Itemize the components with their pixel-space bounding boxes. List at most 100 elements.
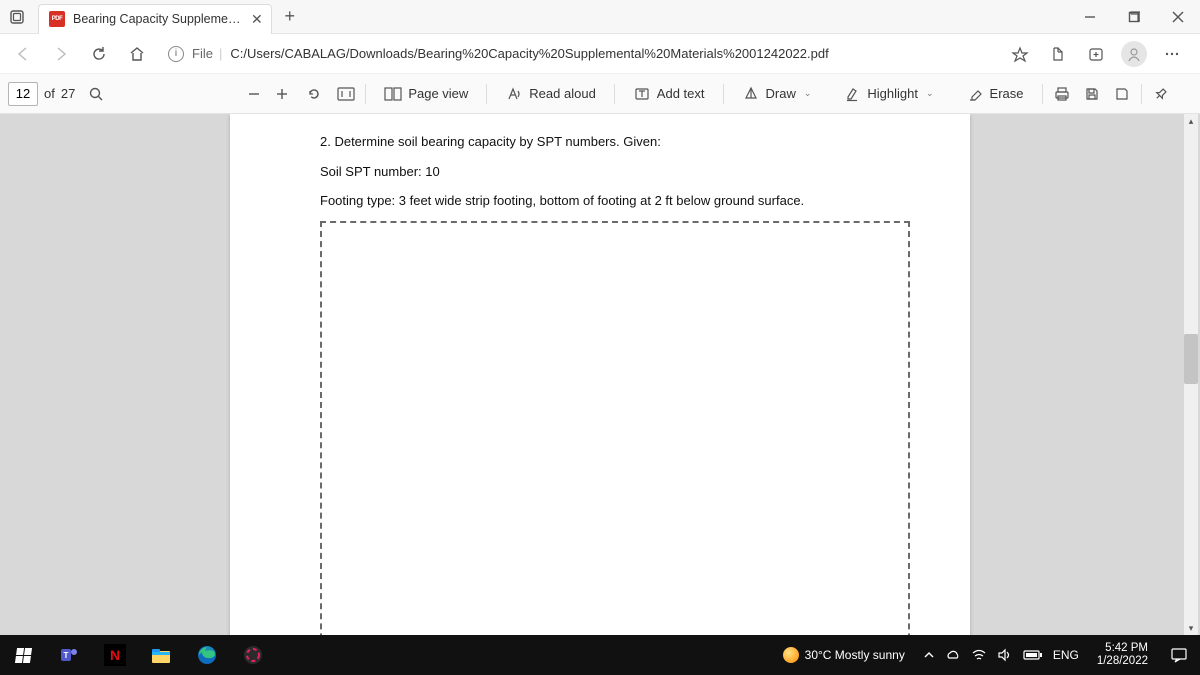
titlebar: Bearing Capacity Supplemental ✕ + [0,0,1200,34]
highlight-button[interactable]: Highlight ⌄ [835,81,941,107]
separator [723,84,724,104]
svg-text:T: T [64,651,69,660]
dashed-figure-placeholder [320,221,910,636]
taskbar-right: 30°C Mostly sunny ENG 5:42 PM 1/28/2022 [773,635,1200,675]
separator [1042,84,1043,104]
rotate-button[interactable] [305,85,323,103]
clock-date: 1/28/2022 [1097,655,1148,668]
wifi-icon[interactable] [971,648,987,662]
zoom-group [245,85,355,103]
scrollbar-thumb[interactable] [1184,334,1198,384]
more-button[interactable] [1154,37,1190,71]
start-button[interactable] [0,635,46,675]
url-field[interactable]: i File | C:/Users/CABALAG/Downloads/Bear… [158,39,998,69]
profile-button[interactable] [1116,37,1152,71]
erase-icon [966,85,984,103]
add-text-icon [633,85,651,103]
taskbar-app-teams[interactable]: T [46,635,92,675]
read-mode-button[interactable] [1002,37,1038,71]
pdf-page: 2. Determine soil bearing capacity by SP… [230,114,970,635]
highlight-label: Highlight [867,86,918,101]
page-view-label: Page view [408,86,468,101]
page-of-label: of [44,86,55,101]
toolbar-right [1002,37,1194,71]
print-button[interactable] [1053,85,1071,103]
read-aloud-button[interactable]: Read aloud [497,81,604,107]
close-tab-button[interactable]: ✕ [251,11,263,28]
read-aloud-icon [505,85,523,103]
doc-line-1: 2. Determine soil bearing capacity by SP… [320,132,910,152]
address-bar: i File | C:/Users/CABALAG/Downloads/Bear… [0,34,1200,74]
pdf-toolbar: of 27 Page view Read aloud Add text Draw… [0,74,1200,114]
current-page-input[interactable] [8,82,38,106]
scroll-up-button[interactable]: ▴ [1184,114,1198,128]
chevron-down-icon: ⌄ [804,88,812,99]
zoom-out-button[interactable] [245,85,263,103]
system-tray[interactable]: ENG [915,648,1087,662]
tray-chevron-icon[interactable] [923,649,935,661]
favorites-button[interactable] [1040,37,1076,71]
refresh-button[interactable] [82,37,116,71]
scroll-down-button[interactable]: ▾ [1184,621,1198,635]
separator [486,84,487,104]
close-window-button[interactable] [1156,0,1200,34]
pdf-favicon [49,11,65,27]
add-text-label: Add text [657,86,705,101]
url-separator: | [219,46,222,61]
fit-page-button[interactable] [337,85,355,103]
back-button[interactable] [6,37,40,71]
add-text-button[interactable]: Add text [625,81,713,107]
minimize-button[interactable] [1068,0,1112,34]
clock[interactable]: 5:42 PM 1/28/2022 [1087,642,1158,668]
home-button[interactable] [120,37,154,71]
pin-toolbar-button[interactable] [1152,85,1170,103]
tab-actions-button[interactable] [0,0,34,34]
find-button[interactable] [87,85,105,103]
clock-time: 5:42 PM [1097,642,1148,655]
save-as-button[interactable] [1113,85,1131,103]
draw-label: Draw [766,86,796,101]
zoom-in-button[interactable] [273,85,291,103]
weather-widget[interactable]: 30°C Mostly sunny [773,647,915,663]
url-text: C:/Users/CABALAG/Downloads/Bearing%20Cap… [230,46,828,61]
onedrive-icon[interactable] [945,649,961,661]
sun-icon [783,647,799,663]
doc-line-3: Footing type: 3 feet wide strip footing,… [320,191,910,211]
window-controls [1068,0,1200,34]
draw-icon [742,85,760,103]
separator [614,84,615,104]
chevron-down-icon: ⌄ [926,88,934,99]
page-indicator: of 27 [8,82,105,106]
maximize-button[interactable] [1112,0,1156,34]
taskbar-app-edge[interactable] [184,635,230,675]
browser-tab[interactable]: Bearing Capacity Supplemental ✕ [38,4,272,34]
language-indicator[interactable]: ENG [1053,648,1079,662]
draw-button[interactable]: Draw ⌄ [734,81,820,107]
tab-title: Bearing Capacity Supplemental [73,12,243,26]
taskbar: T N 30°C Mostly sunny ENG 5:42 PM 1/28/2… [0,635,1200,675]
separator [1141,84,1142,104]
volume-icon[interactable] [997,648,1013,662]
forward-button[interactable] [44,37,78,71]
read-aloud-label: Read aloud [529,86,596,101]
erase-button[interactable]: Erase [958,81,1032,107]
weather-text: 30°C Mostly sunny [805,648,905,662]
document-viewport[interactable]: 2. Determine soil bearing capacity by SP… [0,114,1200,635]
doc-line-2: Soil SPT number: 10 [320,162,910,182]
highlight-icon [843,85,861,103]
collections-button[interactable] [1078,37,1114,71]
taskbar-app-explorer[interactable] [138,635,184,675]
save-button[interactable] [1083,85,1101,103]
separator [365,84,366,104]
page-view-button[interactable]: Page view [376,81,476,107]
page-total: 27 [61,86,75,101]
new-tab-button[interactable]: + [276,3,304,31]
page-view-icon [384,85,402,103]
battery-icon[interactable] [1023,649,1043,661]
taskbar-app-netflix[interactable]: N [92,635,138,675]
action-center-button[interactable] [1158,635,1200,675]
site-info-icon[interactable]: i [168,46,184,62]
taskbar-app-snip[interactable] [230,635,276,675]
erase-label: Erase [990,86,1024,101]
url-scheme: File [192,46,213,61]
